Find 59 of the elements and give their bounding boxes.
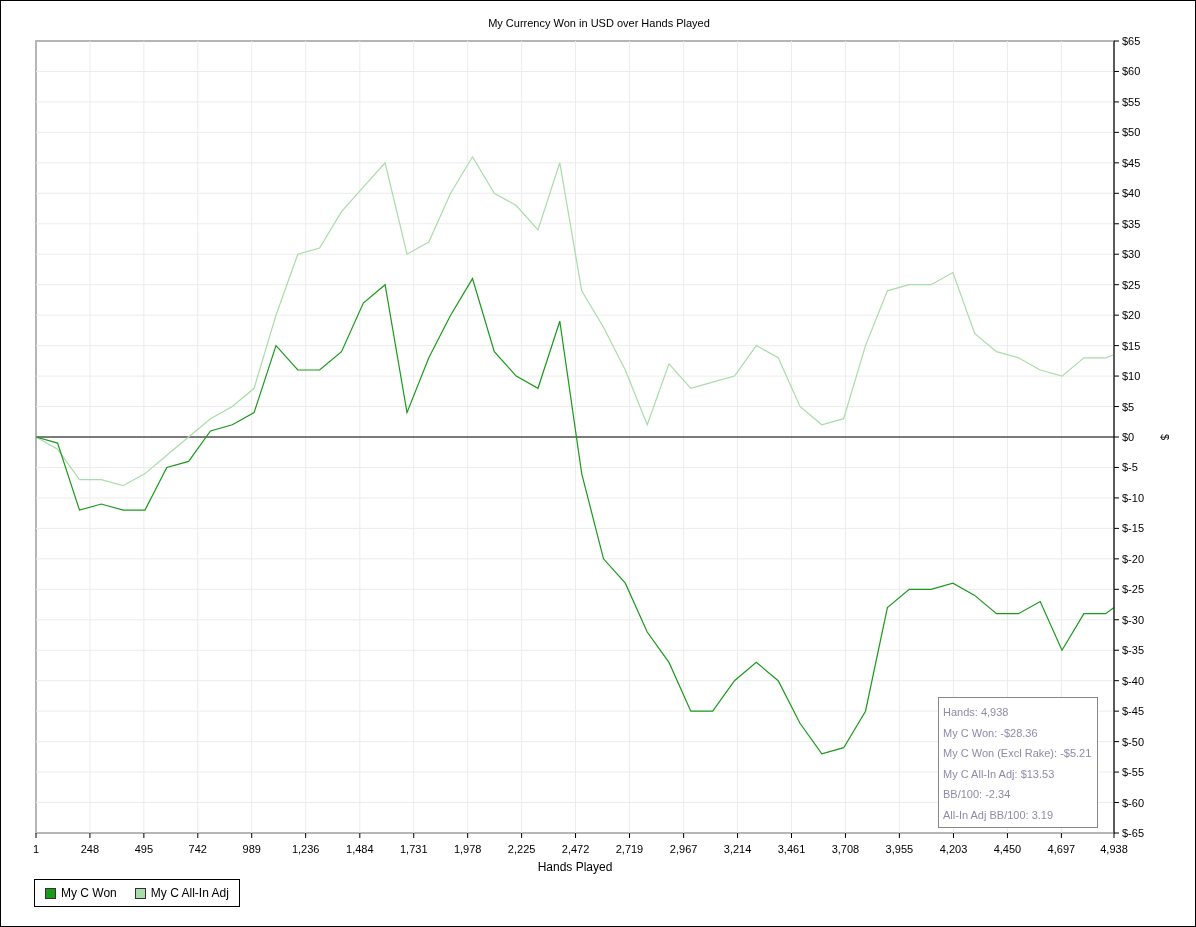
- y-tick-label: $5: [1122, 400, 1135, 413]
- summary-stat: My C Won (Excl Rake): -$5.21: [943, 746, 1092, 761]
- y-tick-label: $-65: [1122, 827, 1145, 839]
- x-tick-label: 4,203: [939, 843, 968, 855]
- legend-label: My C Won: [61, 886, 117, 900]
- y-tick-label: $45: [1122, 156, 1141, 169]
- x-tick-label: 2,225: [507, 843, 536, 855]
- y-tick-label: $35: [1122, 217, 1141, 230]
- x-tick-label: 4,450: [993, 843, 1022, 855]
- x-tick-label: 3,955: [885, 843, 914, 855]
- x-tick-label: 2,967: [669, 843, 698, 855]
- x-tick-label: 2,719: [615, 843, 644, 855]
- summary-stat: BB/100: -2.34: [943, 787, 1012, 802]
- x-tick-label: 989: [242, 843, 261, 855]
- summary-stat: All-In Adj BB/100: 3.19: [943, 807, 1055, 823]
- y-tick-label: $-55: [1122, 766, 1145, 779]
- y-tick-label: $20: [1122, 309, 1141, 322]
- y-tick-label: $60: [1122, 65, 1141, 78]
- x-tick-label: 4,938: [1100, 843, 1128, 855]
- x-tick-label: 1: [32, 843, 40, 855]
- x-tick-label: 3,461: [777, 843, 806, 855]
- x-tick-label: 3,214: [723, 843, 752, 855]
- y-tick-label: $-35: [1122, 644, 1145, 657]
- x-tick-label: 3,708: [831, 843, 860, 855]
- x-tick-label: 1,484: [346, 843, 374, 855]
- y-tick-label: $-25: [1122, 583, 1145, 596]
- y-tick-label: $50: [1122, 126, 1141, 139]
- y-tick-label: $10: [1122, 370, 1141, 383]
- y-tick-label: $-45: [1122, 705, 1145, 718]
- y-tick-label: $-20: [1122, 552, 1145, 565]
- y-tick-label: $-50: [1122, 735, 1145, 748]
- x-tick-label: 1,236: [291, 843, 320, 855]
- summary-stat: My C Won: -$28.36: [943, 725, 1039, 741]
- y-tick-label: $-60: [1122, 796, 1145, 809]
- x-tick-label: 248: [80, 843, 100, 855]
- x-tick-label: 495: [134, 843, 154, 855]
- y-tick-label: $25: [1122, 278, 1141, 291]
- y-tick-label: $-5: [1122, 461, 1138, 474]
- y-tick-label: $-10: [1122, 491, 1145, 504]
- legend-label: My C All-In Adj: [150, 886, 229, 900]
- x-tick-label: 1,978: [453, 843, 482, 855]
- y-tick-label: $55: [1122, 95, 1141, 108]
- y-tick-label: $-30: [1122, 613, 1145, 626]
- y-tick-label: $65: [1122, 35, 1141, 47]
- summary-stat: My C All-In Adj: $13.53: [943, 766, 1056, 782]
- y-axis-title: $: [1159, 433, 1171, 441]
- x-tick-label: 4,697: [1047, 843, 1076, 855]
- x-axis-title: Hands Played: [537, 860, 613, 874]
- x-tick-label: 2,472: [561, 843, 590, 855]
- y-tick-label: $40: [1122, 187, 1141, 200]
- y-tick-label: $-40: [1122, 674, 1145, 687]
- y-tick-label: $-15: [1122, 522, 1145, 535]
- x-tick-label: 742: [188, 843, 207, 855]
- chart-title: My Currency Won in USD over Hands Played: [488, 17, 710, 29]
- x-tick-label: 1,731: [400, 843, 428, 855]
- y-tick-label: $15: [1122, 339, 1141, 352]
- y-tick-label: $30: [1122, 248, 1141, 261]
- summary-stat: Hands: 4,938: [943, 705, 1010, 720]
- y-tick-label: $0: [1122, 431, 1135, 443]
